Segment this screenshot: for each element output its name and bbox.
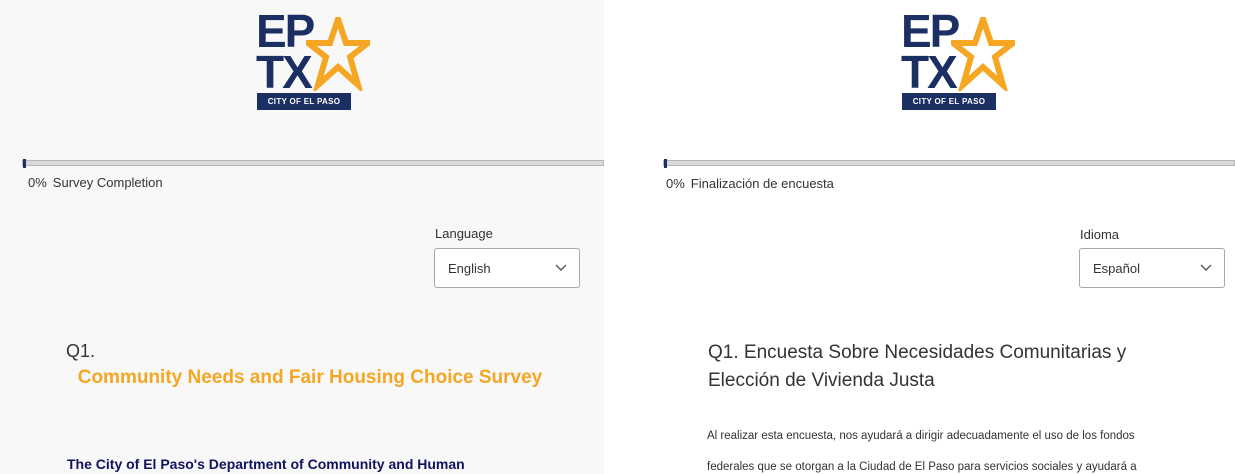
progress-fill — [23, 159, 26, 168]
logo-city-label: CITY OF EL PASO — [902, 93, 996, 110]
language-label: Idioma — [1080, 227, 1120, 242]
intro-text: The City of El Paso's Department of Comm… — [67, 456, 465, 472]
survey-title: Community Needs and Fair Housing Choice … — [77, 367, 543, 388]
progress-percent: 0% — [28, 175, 47, 190]
survey-panel-spanish: EP TX CITY OF EL PASO 0% Finalización de … — [661, 0, 1235, 474]
language-selected-value: English — [448, 261, 491, 276]
progress-label: Finalización de encuesta — [690, 176, 834, 191]
intro-text-line-1: Al realizar esta encuesta, nos ayudará a… — [707, 430, 1135, 442]
city-logo: EP TX CITY OF EL PASO — [901, 8, 1015, 119]
logo-tx-text: TX — [256, 46, 313, 98]
city-logo: EP TX CITY OF EL PASO — [256, 8, 370, 119]
question-number: Q1. — [66, 341, 96, 361]
progress-text: 0% Finalización de encuesta — [666, 176, 834, 191]
progress-label: Survey Completion — [52, 175, 163, 190]
progress-bar — [22, 159, 604, 168]
survey-title: Q1. Encuesta Sobre Necesidades Comunitar… — [708, 342, 1127, 391]
logo-city-label: CITY OF EL PASO — [257, 93, 351, 110]
progress-percent: 0% — [666, 176, 685, 191]
progress-text: 0% Survey Completion — [28, 175, 163, 190]
logo-tx-text: TX — [901, 46, 958, 98]
language-select[interactable]: English — [434, 248, 580, 288]
progress-fill — [664, 159, 667, 168]
language-selected-value: Español — [1093, 261, 1140, 276]
chevron-down-icon — [555, 264, 567, 271]
progress-bar — [663, 159, 1235, 168]
star-icon — [951, 17, 1015, 91]
intro-text-line-2: federales que se otorgan a la Ciudad de … — [707, 461, 1137, 473]
language-select[interactable]: Español — [1079, 248, 1225, 288]
chevron-down-icon — [1200, 264, 1212, 271]
language-label: Language — [435, 226, 493, 241]
star-icon — [306, 17, 370, 91]
survey-panel-english: EP TX CITY OF EL PASO 0% Survey Completio… — [0, 0, 604, 474]
